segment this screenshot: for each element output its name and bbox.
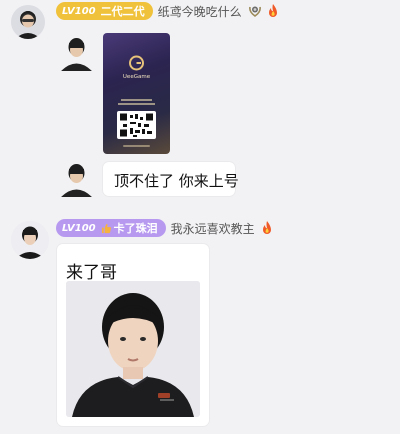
message-bubble[interactable]: 来了哥	[57, 244, 209, 426]
thumbs-up-icon	[101, 223, 112, 234]
badge-title: 卡了珠泪	[113, 222, 158, 235]
level-badge: LV100 二代二代	[56, 2, 153, 20]
flame-icon	[265, 3, 281, 19]
level-label: LV100	[62, 5, 96, 17]
level-label: LV100	[62, 222, 96, 234]
username[interactable]: 我永远喜欢教主	[171, 220, 255, 237]
user-avatar[interactable]	[11, 5, 45, 39]
flame-icon	[259, 220, 275, 236]
card-caption-line	[118, 103, 155, 105]
message-header: LV100 卡了珠泪 我永远喜欢教主	[56, 219, 275, 237]
attached-photo[interactable]	[66, 281, 200, 417]
card-caption-line	[121, 99, 152, 101]
message-text: 顶不住了 你来上号	[114, 172, 239, 190]
user-avatar[interactable]	[11, 221, 49, 259]
user-avatar[interactable]	[58, 34, 95, 71]
username[interactable]: 纸鸢今晚吃什么	[158, 3, 242, 20]
laurel-badge-icon	[247, 3, 263, 19]
user-avatar[interactable]	[58, 160, 95, 197]
shared-image-card[interactable]: UeeGame	[103, 33, 170, 154]
message-header: LV100 二代二代 纸鸢今晚吃什么	[56, 2, 281, 20]
badge-title: 二代二代	[100, 5, 145, 18]
level-badge: LV100 卡了珠泪	[56, 219, 166, 237]
message-text: 来了哥	[66, 263, 117, 283]
card-logo-text: UeeGame	[122, 74, 151, 80]
message-bubble[interactable]: 顶不住了 你来上号	[103, 162, 239, 196]
